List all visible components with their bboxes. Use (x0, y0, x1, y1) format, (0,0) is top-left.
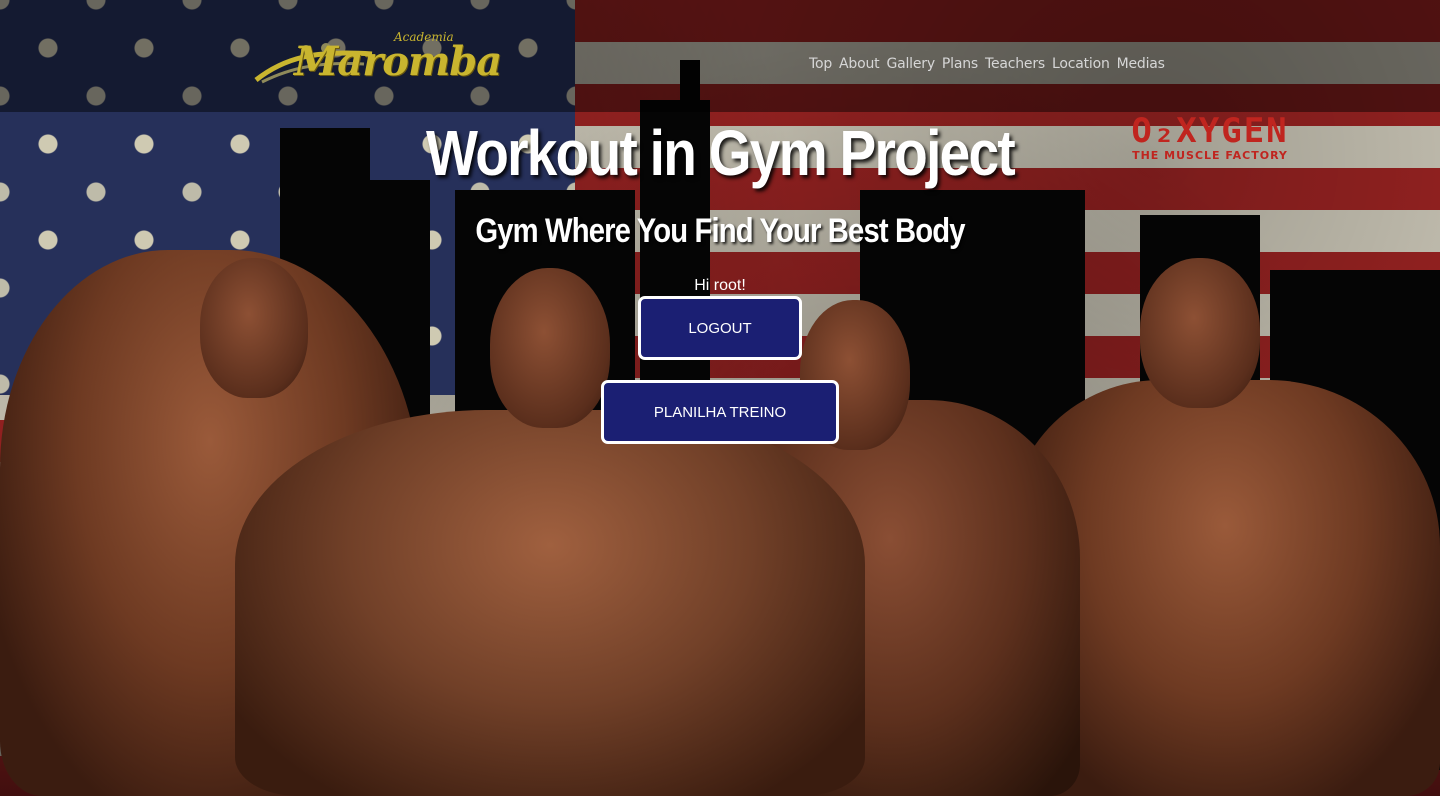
nav-location[interactable]: Location (1052, 56, 1110, 72)
page-title: Workout in Gym Project (425, 117, 1016, 189)
nav-gallery[interactable]: Gallery (886, 56, 935, 72)
nav-teachers[interactable]: Teachers (985, 56, 1045, 72)
page-subtitle: Gym Where You Find Your Best Body (475, 212, 965, 250)
logo-initial: M (294, 38, 338, 85)
nav-about[interactable]: About (839, 56, 880, 72)
site-logo[interactable]: Academia Maromba (254, 30, 504, 86)
site-header: Academia Maromba Top About Gallery Plans… (0, 0, 1440, 112)
athlete-center (235, 410, 865, 796)
main-nav: Top About Gallery Plans Teachers Locatio… (809, 56, 1165, 72)
planilha-treino-button[interactable]: PLANILHA TREINO (601, 380, 839, 444)
logout-button[interactable]: LOGOUT (638, 296, 802, 360)
user-greeting: Hi root! (694, 277, 746, 294)
logo-brand: aromba (337, 38, 502, 85)
nav-medias[interactable]: Medias (1117, 56, 1165, 72)
logo-text: Maromba (294, 38, 502, 85)
nav-top[interactable]: Top (809, 56, 832, 72)
hero-section: Academia Maromba Top About Gallery Plans… (0, 0, 1440, 796)
nav-plans[interactable]: Plans (942, 56, 978, 72)
